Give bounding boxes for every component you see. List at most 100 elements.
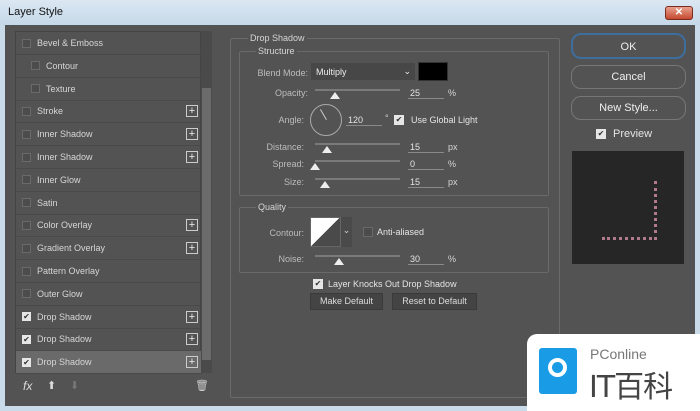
noise-slider[interactable] xyxy=(315,255,400,257)
window-title: Layer Style xyxy=(8,6,64,18)
new-style-button[interactable]: New Style... xyxy=(571,96,686,120)
effect-label: Pattern Overlay xyxy=(37,266,100,276)
size-label: Size: xyxy=(283,177,304,187)
opacity-slider[interactable] xyxy=(315,89,400,91)
effect-label: Satin xyxy=(37,197,58,208)
effect-checkbox[interactable] xyxy=(22,106,31,116)
effect-checkbox[interactable] xyxy=(22,266,31,276)
effect-label: Outer Glow xyxy=(37,288,83,299)
anti-aliased-checkbox[interactable] xyxy=(363,227,373,237)
angle-input[interactable]: 120 xyxy=(346,115,382,126)
add-effect-icon[interactable]: + xyxy=(186,151,198,163)
effect-label: Inner Glow xyxy=(37,174,81,185)
effect-item[interactable]: Gradient Overlay + xyxy=(16,237,202,261)
spread-unit: % xyxy=(448,159,457,169)
effect-item[interactable]: ✔ Drop Shadow + xyxy=(16,351,202,375)
effect-checkbox[interactable]: ✔ xyxy=(22,334,31,344)
size-slider[interactable] xyxy=(315,178,400,180)
make-default-button[interactable]: Make Default xyxy=(310,293,383,310)
effect-checkbox[interactable] xyxy=(22,220,31,230)
effect-checkbox[interactable] xyxy=(22,198,31,208)
effect-label: Inner Shadow xyxy=(37,129,93,140)
preview-label: Preview xyxy=(613,128,653,140)
effect-checkbox[interactable] xyxy=(22,129,31,139)
distance-unit: px xyxy=(448,142,458,152)
effect-checkbox[interactable] xyxy=(31,61,40,71)
global-light-checkbox[interactable]: ✔ xyxy=(394,115,404,125)
effect-item[interactable]: Inner Glow xyxy=(16,169,202,192)
noise-label: Noise: xyxy=(278,254,304,264)
knockout-label: Layer Knocks Out Drop Shadow xyxy=(328,279,457,289)
effect-item[interactable]: Inner Shadow + xyxy=(16,146,202,169)
effect-checkbox[interactable] xyxy=(22,243,31,253)
shadow-color-swatch[interactable] xyxy=(418,62,448,81)
preview-checkbox[interactable]: ✔ xyxy=(596,129,606,139)
noise-input[interactable]: 30 xyxy=(408,254,444,265)
add-effect-icon[interactable]: + xyxy=(186,310,198,323)
add-effect-icon[interactable]: + xyxy=(186,356,198,369)
size-slider-handle[interactable] xyxy=(320,181,330,188)
magnifier-icon xyxy=(539,348,577,394)
add-effect-icon[interactable]: + xyxy=(186,105,198,118)
spread-slider[interactable] xyxy=(315,160,400,162)
add-effect-icon[interactable]: + xyxy=(186,333,198,346)
contour-picker[interactable] xyxy=(310,217,341,247)
spread-input[interactable]: 0 xyxy=(408,159,444,170)
scrollbar-thumb[interactable] xyxy=(202,88,211,360)
blend-mode-select[interactable]: Multiply ⌄ xyxy=(311,63,415,80)
add-effect-icon[interactable]: + xyxy=(186,242,198,255)
opacity-slider-handle[interactable] xyxy=(330,92,340,99)
trash-icon[interactable]: 🗑 xyxy=(195,379,209,392)
effect-label: Stroke xyxy=(37,106,64,117)
effect-item[interactable]: Outer Glow xyxy=(16,283,202,306)
effect-item[interactable]: ✔ Drop Shadow + xyxy=(16,306,202,329)
effect-item[interactable]: Satin xyxy=(16,192,202,215)
effect-checkbox[interactable] xyxy=(22,152,31,162)
arrow-up-icon[interactable]: ⬆ xyxy=(47,379,56,392)
effect-item[interactable]: Pattern Overlay xyxy=(16,260,202,283)
effect-checkbox[interactable] xyxy=(22,289,31,299)
global-light-label: Use Global Light xyxy=(411,115,478,125)
effect-item[interactable]: Stroke + xyxy=(16,100,202,124)
effect-checkbox[interactable] xyxy=(22,175,31,185)
effect-item[interactable]: Bevel & Emboss xyxy=(16,32,202,55)
fx-button[interactable]: fx xyxy=(23,379,32,393)
distance-input[interactable]: 15 xyxy=(408,142,444,153)
effect-checkbox[interactable]: ✔ xyxy=(22,312,31,322)
add-effect-icon[interactable]: + xyxy=(186,219,198,232)
effect-label: Gradient Overlay xyxy=(37,243,106,254)
angle-dial[interactable] xyxy=(310,104,342,136)
structure-title: Structure xyxy=(256,46,297,56)
cancel-button[interactable]: Cancel xyxy=(571,65,686,89)
arrow-down-icon[interactable]: ⬇ xyxy=(70,379,79,392)
distance-slider-handle[interactable] xyxy=(322,146,332,153)
opacity-input[interactable]: 25 xyxy=(408,88,444,99)
effect-checkbox[interactable] xyxy=(22,38,31,48)
spread-label: Spread: xyxy=(272,159,304,169)
effect-item[interactable]: Inner Shadow + xyxy=(16,123,202,147)
effect-checkbox[interactable] xyxy=(31,84,40,94)
close-button[interactable]: ✕ xyxy=(665,6,693,20)
effect-item[interactable]: Contour xyxy=(16,55,202,78)
size-input[interactable]: 15 xyxy=(408,177,444,188)
effect-label: Drop Shadow xyxy=(37,334,92,345)
contour-label: Contour: xyxy=(269,228,304,238)
spread-slider-handle[interactable] xyxy=(310,163,320,170)
blend-mode-label: Blend Mode: xyxy=(257,68,308,78)
noise-slider-handle[interactable] xyxy=(334,258,344,265)
knockout-checkbox[interactable]: ✔ xyxy=(313,279,323,289)
effect-label: Inner Shadow xyxy=(37,152,93,162)
ok-button[interactable]: OK xyxy=(571,33,686,59)
angle-label: Angle: xyxy=(278,115,304,125)
add-effect-icon[interactable]: + xyxy=(186,128,198,141)
effect-checkbox[interactable]: ✔ xyxy=(22,357,31,367)
effect-item[interactable]: Color Overlay + xyxy=(16,214,202,238)
quality-title: Quality xyxy=(256,202,289,212)
effect-item[interactable]: Texture xyxy=(16,78,202,101)
opacity-unit: % xyxy=(448,88,457,98)
reset-default-button[interactable]: Reset to Default xyxy=(392,293,477,310)
effect-item[interactable]: ✔ Drop Shadow + xyxy=(16,328,202,352)
contour-dropdown[interactable]: ⌄ xyxy=(341,217,352,247)
effects-list: Bevel & Emboss Contour Texture Stroke + Inner… xyxy=(15,31,202,375)
distance-slider[interactable] xyxy=(315,143,400,145)
